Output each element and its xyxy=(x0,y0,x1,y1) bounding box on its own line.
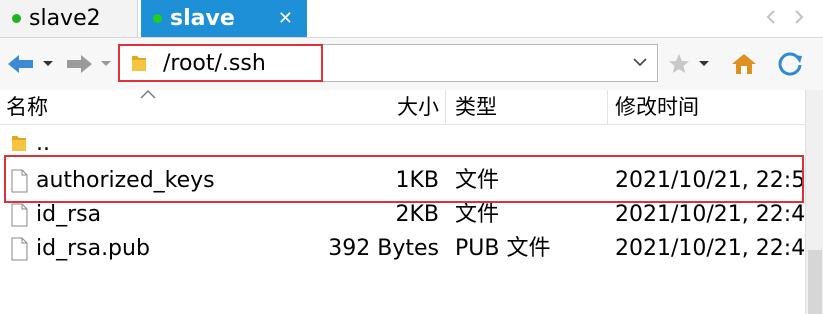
tab-label: slave2 xyxy=(29,6,101,31)
close-icon[interactable]: ✕ xyxy=(278,8,293,29)
column-divider[interactable] xyxy=(445,90,446,124)
refresh-button[interactable] xyxy=(776,50,806,78)
back-arrow-icon xyxy=(8,55,33,73)
tab-slave2[interactable]: slave2 xyxy=(0,0,138,37)
forward-arrow-icon xyxy=(67,55,92,73)
file-name: id_rsa.pub xyxy=(36,236,150,261)
column-type[interactable]: 类型 xyxy=(455,92,497,122)
sort-ascending-icon xyxy=(140,84,156,103)
column-modified[interactable]: 修改时间 xyxy=(615,92,699,122)
column-divider[interactable] xyxy=(607,90,608,124)
tab-scroll-right-icon[interactable] xyxy=(788,6,810,28)
tab-scroll-left-icon[interactable] xyxy=(760,6,782,28)
home-icon xyxy=(732,54,756,74)
home-button[interactable] xyxy=(730,50,758,78)
scrollbar-thumb[interactable] xyxy=(808,250,822,314)
forward-button[interactable] xyxy=(64,50,112,78)
chevron-down-icon xyxy=(101,61,111,66)
tab-bar: slave2 slave ✕ xyxy=(0,0,823,38)
column-name[interactable]: 名称 xyxy=(6,92,48,122)
tab-slave[interactable]: slave ✕ xyxy=(141,0,307,37)
refresh-icon xyxy=(778,52,802,76)
connection-status-dot xyxy=(12,14,21,23)
vertical-scrollbar[interactable] xyxy=(805,90,823,314)
file-icon xyxy=(11,203,28,227)
address-highlight-box xyxy=(118,44,323,82)
star-icon xyxy=(669,54,689,73)
column-size[interactable]: 大小 xyxy=(397,92,439,122)
file-type: PUB 文件 xyxy=(455,236,551,261)
row-highlight-box xyxy=(4,155,804,203)
file-modified: 2021/10/21, 22:43 xyxy=(615,236,820,261)
column-header: 名称 大小 类型 修改时间 xyxy=(0,90,805,125)
back-button[interactable] xyxy=(6,50,54,78)
address-dropdown-icon[interactable] xyxy=(633,52,647,71)
connection-status-dot xyxy=(153,14,162,23)
bookmark-button[interactable] xyxy=(666,50,710,78)
file-icon xyxy=(11,237,28,261)
folder-icon xyxy=(12,136,26,151)
tab-label: slave xyxy=(170,6,235,31)
chevron-down-icon xyxy=(699,61,709,66)
file-row-id-rsa-pub[interactable]: id_rsa.pub 392 Bytes PUB 文件 2021/10/21, … xyxy=(0,231,819,266)
file-size: 392 Bytes xyxy=(328,236,439,261)
chevron-down-icon xyxy=(43,61,53,66)
